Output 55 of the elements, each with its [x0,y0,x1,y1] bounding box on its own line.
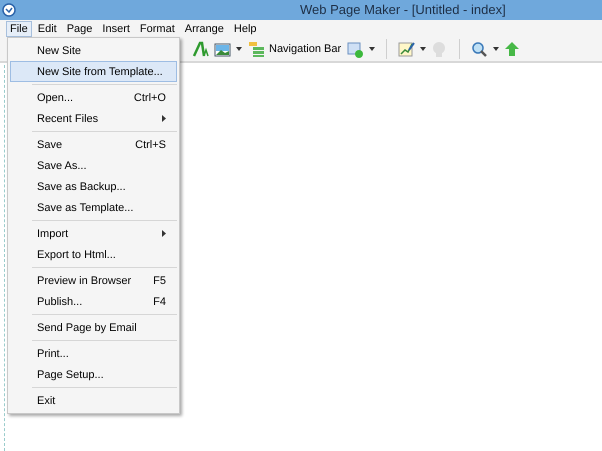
menu-item[interactable]: Edit [34,20,61,36]
menu-item-label: Preview in Browser [37,274,132,286]
menu-item-label: Recent Files [37,112,98,124]
menu-item[interactable]: New Site [10,40,177,61]
shortcut-label: F5 [153,274,166,286]
menu-item[interactable]: New Site from Template... [10,61,177,82]
caret-icon[interactable] [369,47,376,51]
menu-item[interactable]: Arrange [180,20,228,36]
menu-item-label: Send Page by Email [37,322,137,334]
menu-item-label: New Site from Template... [37,66,163,78]
menu-item[interactable]: Save as Template... [10,197,177,218]
image-icon[interactable] [214,40,231,58]
menu-item[interactable]: Recent Files [10,108,177,129]
menu-item-label: Save [37,138,62,150]
menu-item-label: Print... [37,348,69,360]
menu-item[interactable]: Preview in Browser F5 [10,270,177,291]
menu-item-label: Publish... [37,296,82,308]
menu-item-label: Page Setup... [37,368,104,380]
menu-item[interactable]: Open... Ctrl+O [10,87,177,108]
menu-item[interactable]: Format [136,20,179,36]
menu-item[interactable]: Export to Html... [10,244,177,265]
chart-pen-icon[interactable] [398,40,416,58]
menu-item[interactable]: Save As... [10,155,177,176]
shortcut-label: F4 [153,296,166,308]
menu-item-label: Save As... [37,160,87,172]
menu-item[interactable]: Print... [10,343,177,364]
menu-item-label: Open... [37,92,74,104]
menu-item-label: New Site [37,44,82,56]
caret-icon[interactable] [420,47,426,51]
window-title: Web Page Maker - [Untitled - index] [300,2,506,17]
shortcut-label: Ctrl+O [134,92,166,104]
menu-item[interactable]: Send Page by Email [10,317,177,338]
menu-item-label: Exit [37,394,56,406]
caret-icon[interactable] [493,47,500,51]
menu-item[interactable]: Exit [10,390,177,411]
menu-item[interactable]: Save Ctrl+S [10,134,177,155]
menu-item[interactable]: Page Setup... [10,364,177,385]
caret-icon[interactable] [236,47,242,51]
menu-item[interactable]: Page [62,20,96,36]
text-style-icon[interactable] [192,40,209,58]
menu-item[interactable]: Insert [98,20,134,36]
menu-item[interactable]: File [6,20,32,36]
menu-item[interactable]: Import [10,223,177,244]
navigation-bar-button[interactable]: Navigation Bar [247,40,342,58]
menu-item[interactable]: Help [230,20,261,36]
zoom-icon[interactable] [471,40,488,58]
menu-item-label: Save as Template... [37,202,134,214]
menu-item-label: Import [37,228,68,240]
shortcut-label: Ctrl+S [135,138,166,150]
app-icon[interactable] [2,3,16,17]
menu-item[interactable]: Publish... F4 [10,291,177,312]
shape-icon[interactable] [347,40,364,58]
menu-item-label: Export to Html... [37,248,116,260]
menu-item[interactable]: Save as Backup... [10,176,177,197]
menu-item-label: Save as Backup... [37,180,126,192]
